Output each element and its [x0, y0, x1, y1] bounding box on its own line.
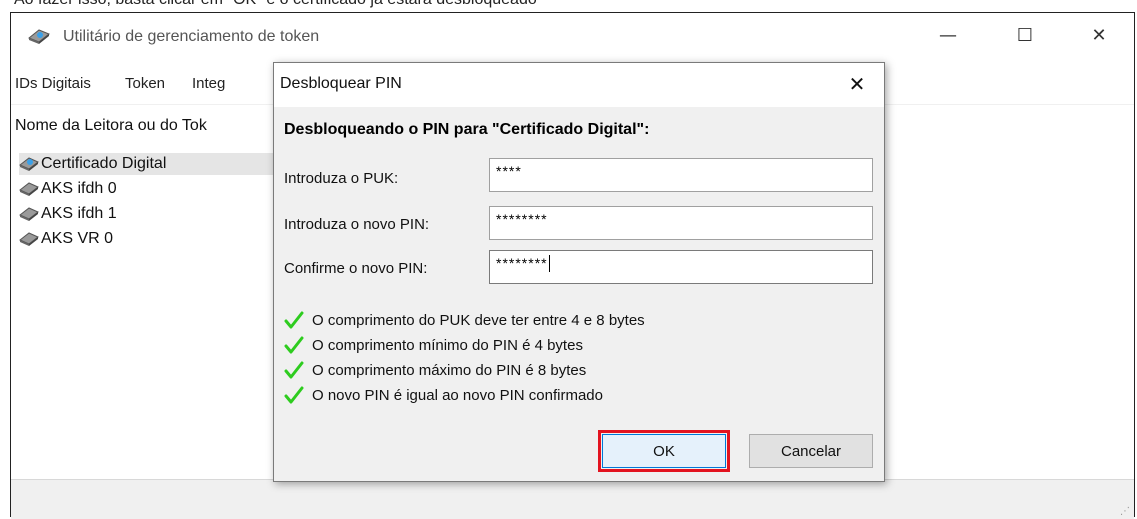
puk-label: Introduza o PUK: [284, 170, 399, 187]
rule-text: O comprimento mínimo do PIN é 4 bytes [312, 336, 583, 354]
rule-pin-max-length: O comprimento máximo do PIN é 8 bytes [284, 359, 586, 381]
tutorial-caption: Ao fazer isso, basta clicar em "OK" e o … [14, 0, 537, 9]
dialog-close-button[interactable]: ✕ [844, 71, 870, 97]
puk-value: **** [496, 163, 522, 179]
list-item-label: AKS ifdh 1 [41, 205, 117, 222]
rule-pin-min-length: O comprimento mínimo do PIN é 4 bytes [284, 334, 583, 356]
resize-grip-icon[interactable]: ⋰ [1120, 506, 1130, 517]
checkmark-icon [284, 361, 304, 379]
list-item-label: Certificado Digital [41, 155, 167, 172]
list-item-label: AKS VR 0 [41, 230, 114, 247]
new-pin-label: Introduza o novo PIN: [284, 216, 430, 233]
new-pin-value: ******** [496, 211, 548, 227]
list-item-label: AKS ifdh 0 [41, 180, 117, 197]
status-bar: ⋰ [11, 479, 1134, 519]
close-window-button[interactable]: ✕ [1087, 25, 1111, 49]
token-reader-icon [19, 182, 39, 196]
rule-text: O comprimento máximo do PIN é 8 bytes [312, 361, 587, 379]
list-item-aks-vr-0[interactable]: AKS VR 0 [19, 228, 113, 250]
token-reader-icon [19, 232, 39, 246]
token-reader-icon [28, 29, 50, 44]
title-bar: Utilitário de gerenciamento de token — ☐… [11, 13, 1134, 59]
confirm-pin-label: Confirme o novo PIN: [284, 260, 428, 277]
new-pin-field[interactable]: ******** [489, 206, 873, 240]
minimize-button[interactable]: — [936, 25, 960, 49]
menu-integ[interactable]: Integ [192, 75, 225, 92]
dialog-heading: Desbloqueando o PIN para "Certificado Di… [284, 121, 650, 138]
dialog-title: Desbloquear PIN [280, 75, 402, 92]
confirm-pin-value: ******** [496, 255, 548, 271]
token-reader-icon [19, 207, 39, 221]
checkmark-icon [284, 386, 304, 404]
checkmark-icon [284, 311, 304, 329]
rule-text: O novo PIN é igual ao novo PIN confirmad… [312, 386, 603, 404]
rule-text: O comprimento do PUK deve ter entre 4 e … [312, 311, 645, 329]
puk-field[interactable]: **** [489, 158, 873, 192]
list-item-certificado-digital[interactable]: Certificado Digital [19, 153, 274, 175]
text-caret [548, 255, 550, 272]
menu-ids-digitais[interactable]: IDs Digitais [15, 75, 91, 92]
confirm-pin-field[interactable]: ******** [489, 250, 873, 284]
rule-puk-length: O comprimento do PUK deve ter entre 4 e … [284, 309, 645, 331]
checkmark-icon [284, 336, 304, 354]
list-column-header[interactable]: Nome da Leitora ou do Tok [15, 117, 207, 135]
maximize-button[interactable]: ☐ [1013, 25, 1037, 49]
menu-token[interactable]: Token [125, 75, 165, 92]
dialog-title-bar: Desbloquear PIN ✕ [274, 63, 884, 107]
list-item-aks-ifdh-1[interactable]: AKS ifdh 1 [19, 203, 117, 225]
token-connected-icon [19, 157, 39, 171]
rule-pin-match: O novo PIN é igual ao novo PIN confirmad… [284, 384, 603, 406]
cancel-button[interactable]: Cancelar [749, 434, 873, 468]
unlock-pin-dialog: Desbloquear PIN ✕ Desbloqueando o PIN pa… [273, 62, 885, 482]
ok-button[interactable]: OK [598, 430, 730, 472]
window-title: Utilitário de gerenciamento de token [63, 28, 320, 45]
list-item-aks-ifdh-0[interactable]: AKS ifdh 0 [19, 178, 117, 200]
